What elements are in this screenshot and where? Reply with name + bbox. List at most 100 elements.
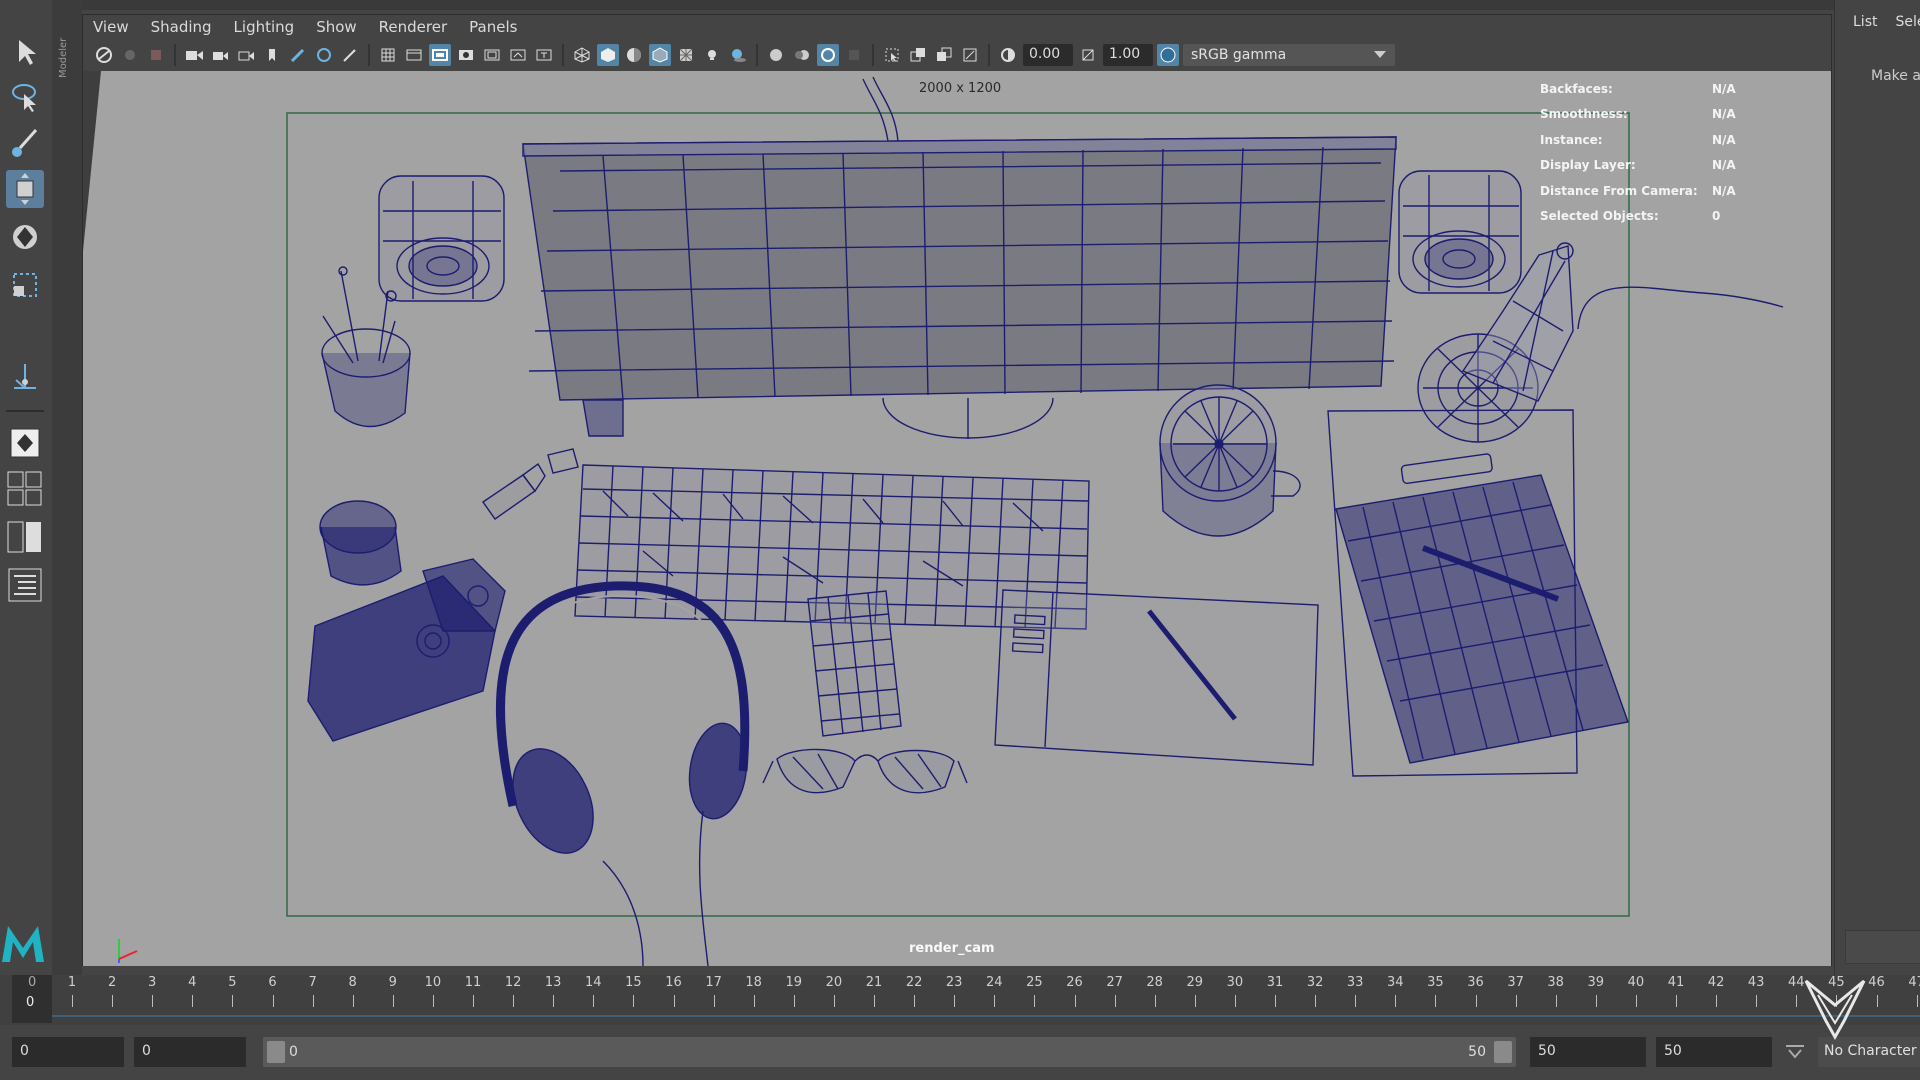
hud-row: Distance From Camera: N/A xyxy=(1540,178,1790,204)
select-tool-icon[interactable] xyxy=(6,32,44,70)
grid-icon[interactable] xyxy=(377,44,399,66)
gamma-field[interactable]: 1.00 xyxy=(1103,44,1153,66)
menu-renderer[interactable]: Renderer xyxy=(379,18,447,36)
camera-lock-icon[interactable] xyxy=(209,44,231,66)
color-management-toggle-icon[interactable] xyxy=(1157,44,1179,66)
playback-start-field[interactable]: 0 xyxy=(134,1037,246,1067)
bookmark-icon[interactable] xyxy=(119,44,141,66)
gate-mask-icon[interactable] xyxy=(455,44,477,66)
two-view-layout-icon[interactable] xyxy=(6,518,44,556)
timeline-tick-label: 27 xyxy=(1106,975,1123,990)
tab-selected[interactable]: Sele xyxy=(1895,14,1920,38)
tab-list[interactable]: List xyxy=(1853,14,1877,38)
outliner-input[interactable] xyxy=(1845,930,1920,964)
toolbar-separator xyxy=(756,44,758,66)
menu-shading[interactable]: Shading xyxy=(151,18,212,36)
film-gate-icon[interactable] xyxy=(403,44,425,66)
depth-of-field-icon[interactable] xyxy=(843,44,865,66)
timeline-tick xyxy=(1114,995,1116,1007)
snap-icon[interactable] xyxy=(313,44,335,66)
xray-joints-icon[interactable] xyxy=(959,44,981,66)
camera-bookmark-icon[interactable] xyxy=(235,44,257,66)
wireframe-on-shaded-icon[interactable] xyxy=(649,44,671,66)
hud-value: N/A xyxy=(1712,132,1736,147)
timeline-tick-label: 43 xyxy=(1747,975,1765,990)
timeline-tick-label: 46 xyxy=(1868,975,1885,990)
menu-panels[interactable]: Panels xyxy=(469,18,517,36)
timeline-tick-label: 25 xyxy=(1026,975,1043,990)
lasso-tool-icon[interactable] xyxy=(6,78,44,116)
exposure-icon[interactable] xyxy=(997,44,1019,66)
timeline-tick xyxy=(1756,995,1758,1007)
timeline-tick-label: 9 xyxy=(388,975,397,990)
timeline-tick xyxy=(352,995,354,1007)
textured-icon[interactable] xyxy=(675,44,697,66)
timeline-tick-label: 37 xyxy=(1507,975,1524,990)
isolate-select-icon[interactable] xyxy=(881,44,903,66)
motion-blur-icon[interactable] xyxy=(791,44,813,66)
timeline-tick xyxy=(152,995,154,1007)
range-slider[interactable]: 0 50 xyxy=(263,1037,1516,1067)
timeline-tick-label: 32 xyxy=(1306,975,1324,990)
timeline-tick xyxy=(1796,995,1798,1007)
safe-title-icon[interactable] xyxy=(533,44,555,66)
timeline-tick xyxy=(833,995,835,1007)
exposure-field[interactable]: 0.00 xyxy=(1023,44,1073,66)
range-start-handle[interactable] xyxy=(267,1041,285,1063)
screen-space-ao-icon[interactable] xyxy=(765,44,787,66)
timeline-tick-label: 12 xyxy=(504,975,522,990)
timeline-track[interactable]: 1 2 3 4 5 6 7 8 9 10 11 12 13 14 15 16 17 18 19 20 21 22 23 24 2… xyxy=(12,975,1920,1025)
top-strip xyxy=(0,0,1920,10)
image-plane-icon[interactable] xyxy=(145,44,167,66)
smooth-shade-icon[interactable] xyxy=(597,44,619,66)
outliner-layout-icon[interactable] xyxy=(6,566,44,604)
menu-view[interactable]: View xyxy=(93,18,129,36)
animation-end-field[interactable]: 50 xyxy=(1656,1037,1772,1067)
resolution-gate-icon[interactable] xyxy=(429,44,451,66)
playback-end-field[interactable]: 50 xyxy=(1530,1037,1646,1067)
camera-attributes-icon[interactable] xyxy=(93,44,115,66)
shadows-icon[interactable] xyxy=(727,44,749,66)
use-all-lights-icon[interactable] xyxy=(701,44,723,66)
paint-icon[interactable] xyxy=(339,44,361,66)
timeline-baseline xyxy=(52,1015,1920,1017)
timeline-tick-label: 15 xyxy=(625,975,642,990)
animation-start-field[interactable]: 0 xyxy=(12,1037,124,1067)
wireframe-icon[interactable] xyxy=(571,44,593,66)
bookmark-flag-icon[interactable] xyxy=(261,44,283,66)
scale-tool-icon[interactable] xyxy=(6,266,44,304)
default-material-icon[interactable] xyxy=(623,44,645,66)
xray-icon[interactable] xyxy=(907,44,929,66)
multisample-aa-icon[interactable] xyxy=(817,44,839,66)
menu-lighting[interactable]: Lighting xyxy=(234,18,295,36)
time-slider[interactable]: 0 0 1 2 3 4 5 6 7 8 9 10 11 12 13 14 15 16 17 18 19 20 21 22 2… xyxy=(0,975,1920,1025)
timeline-tick-label: 1 xyxy=(67,975,77,990)
menu-show[interactable]: Show xyxy=(316,18,356,36)
four-view-layout-icon[interactable] xyxy=(6,470,44,508)
timeline-tick-label: 19 xyxy=(785,975,803,990)
timeline-tick-label: 35 xyxy=(1427,975,1444,990)
viewport-3d[interactable]: 2000 x 1200 Backfaces: N/A Smoothness: N/A… xyxy=(83,71,1831,966)
universal-manipulator-icon[interactable] xyxy=(6,358,44,396)
outliner-tabs: List Sele xyxy=(1835,14,1920,38)
safe-action-icon[interactable] xyxy=(507,44,529,66)
single-perspective-layout-icon[interactable] xyxy=(6,424,44,462)
rotate-tool-icon[interactable] xyxy=(6,218,44,256)
color-space-select[interactable]: sRGB gamma xyxy=(1183,44,1395,66)
range-end-handle[interactable] xyxy=(1494,1041,1512,1063)
move-tool-icon[interactable] xyxy=(6,170,44,208)
xray-active-components-icon[interactable] xyxy=(933,44,955,66)
paint-select-tool-icon[interactable] xyxy=(6,124,44,162)
timeline-tick xyxy=(1716,995,1718,1007)
timeline-tick xyxy=(954,995,956,1007)
camera-icon[interactable] xyxy=(183,44,205,66)
hud-value: 0 xyxy=(1712,209,1721,224)
timeline-tick-label: 22 xyxy=(905,975,923,990)
timeline-tick xyxy=(1074,995,1076,1007)
timeline-tick-label: 8 xyxy=(348,975,357,990)
grease-pencil-icon[interactable] xyxy=(287,44,309,66)
hud-key: Smoothness: xyxy=(1540,107,1628,122)
timeline-tick xyxy=(874,995,875,1007)
field-chart-icon[interactable] xyxy=(481,44,503,66)
gamma-icon[interactable] xyxy=(1077,44,1099,66)
